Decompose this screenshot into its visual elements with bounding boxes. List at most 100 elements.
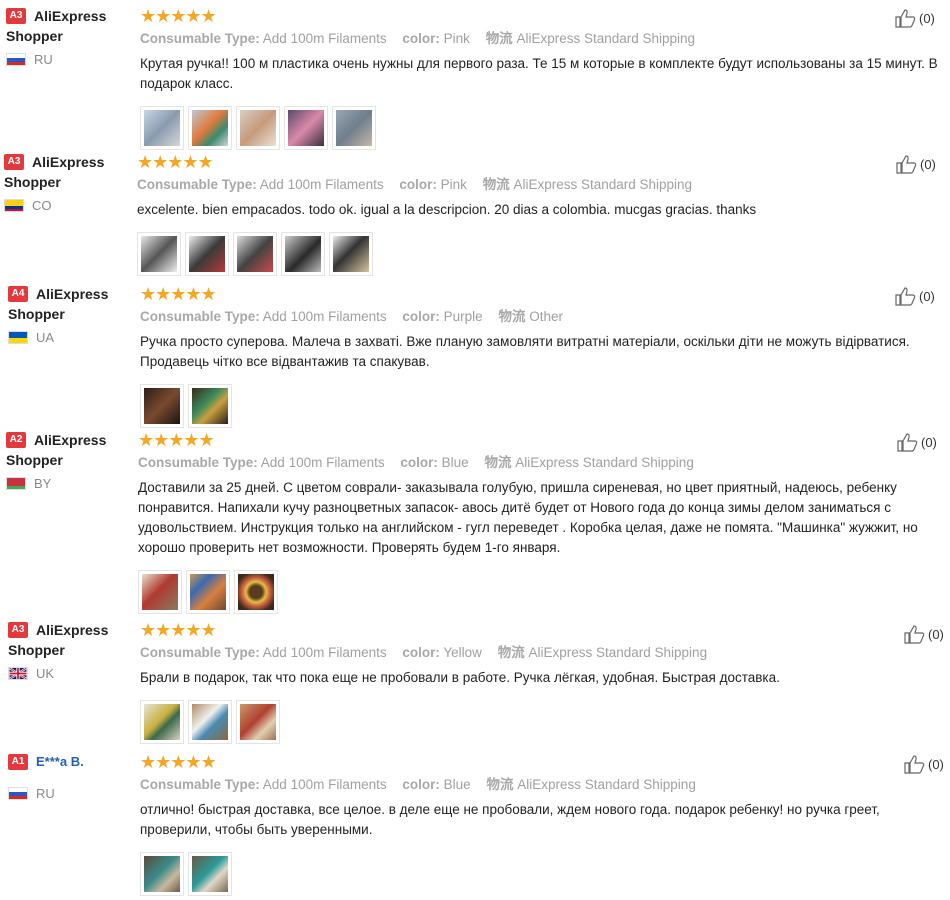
order-attributes: Consumable Type: Add 100m Filaments colo…: [140, 644, 945, 662]
review-photo[interactable]: [233, 232, 277, 276]
helpful-vote[interactable]: (0): [904, 624, 944, 644]
consumable-type-value: Add 100m Filaments: [259, 177, 384, 192]
review-photos: [140, 384, 945, 428]
reviewer-name[interactable]: E***a B.: [36, 752, 84, 772]
reviewer-name: AliExpress: [32, 154, 105, 170]
review-photo[interactable]: [284, 106, 328, 150]
review-photo[interactable]: [234, 570, 278, 614]
reviewer-country: UA: [8, 330, 133, 345]
thumbs-up-icon: [895, 287, 916, 306]
reviewer-name-line2: Shopper: [4, 174, 61, 190]
helpful-count: (0): [921, 434, 937, 450]
rating-stars: ★★★★★: [137, 152, 214, 172]
reviewer-country: CO: [4, 198, 129, 213]
buyer-level-badge: A3: [4, 154, 24, 170]
review-text: Ручка просто суперова. Малеча в захваті.…: [140, 334, 910, 369]
review-photos: [138, 570, 943, 614]
consumable-type-value: Add 100m Filaments: [260, 455, 385, 470]
review-photos: [137, 232, 942, 276]
helpful-count: (0): [928, 626, 944, 642]
color-label: color:: [402, 645, 440, 660]
reviewer-info: A3 AliExpress Shopper UK: [8, 620, 133, 681]
order-attributes: Consumable Type: Add 100m Filaments colo…: [138, 454, 943, 472]
consumable-type-label: Consumable Type:: [137, 177, 257, 192]
reviewer-info: A4 AliExpress Shopper UA: [8, 284, 133, 345]
review-photo[interactable]: [236, 106, 280, 150]
reviewer-country: RU: [8, 786, 133, 801]
shipping-label: 物流: [482, 177, 510, 192]
review-photo[interactable]: [140, 106, 184, 150]
rating-stars: ★★★★★: [138, 430, 215, 450]
thumbs-up-icon: [896, 155, 917, 174]
review-photo[interactable]: [140, 852, 184, 896]
review-photo[interactable]: [140, 384, 184, 428]
helpful-vote[interactable]: (0): [895, 8, 935, 28]
color-label: color:: [402, 31, 440, 46]
review-body: ★★★★★ Consumable Type: Add 100m Filament…: [140, 752, 945, 896]
shipping-value: AliExpress Standard Shipping: [516, 31, 696, 46]
review-photo[interactable]: [332, 106, 376, 150]
review-photo[interactable]: [281, 232, 325, 276]
flag-icon: [6, 53, 26, 66]
review-body: ★★★★★ Consumable Type: Add 100m Filament…: [140, 6, 945, 150]
color-value: Blue: [441, 455, 469, 470]
color-label: color:: [399, 177, 437, 192]
consumable-type-label: Consumable Type:: [140, 31, 260, 46]
review-photos: [140, 106, 945, 150]
buyer-level-badge: A1: [8, 754, 28, 770]
country-code: RU: [34, 52, 53, 67]
shipping-value: AliExpress Standard Shipping: [513, 177, 693, 192]
country-code: UK: [36, 666, 55, 681]
review-photo[interactable]: [137, 232, 181, 276]
thumbs-up-icon: [904, 625, 925, 644]
consumable-type-label: Consumable Type:: [140, 309, 260, 324]
review-photo[interactable]: [188, 852, 232, 896]
shipping-value: AliExpress Standard Shipping: [515, 455, 694, 470]
rating-stars: ★★★★★: [140, 752, 217, 772]
buyer-level-badge: A3: [8, 622, 28, 638]
country-code: BY: [34, 476, 52, 491]
color-value: Pink: [443, 31, 470, 46]
reviewer-name-line2: Shopper: [6, 28, 63, 44]
review-photo[interactable]: [236, 700, 280, 744]
color-label: color:: [402, 777, 440, 792]
order-attributes: Consumable Type: Add 100m Filaments colo…: [140, 30, 945, 48]
review-photo[interactable]: [140, 700, 184, 744]
review-photos: [140, 852, 945, 896]
flag-icon: [8, 787, 28, 800]
buyer-level-badge: A3: [6, 8, 26, 24]
helpful-count: (0): [919, 10, 935, 26]
shipping-label: 物流: [484, 455, 512, 470]
shipping-value: Other: [529, 309, 563, 324]
buyer-level-badge: A2: [6, 432, 26, 448]
reviewer-name-line2: Shopper: [6, 452, 63, 468]
reviewer-name: AliExpress: [34, 8, 107, 24]
reviewer-info: A3 AliExpress Shopper CO: [4, 152, 129, 213]
helpful-vote[interactable]: (0): [896, 154, 936, 174]
review-photo[interactable]: [185, 232, 229, 276]
review-text: excelente. bien empacados. todo ok. igua…: [137, 202, 757, 217]
flag-icon: [4, 199, 24, 212]
review-text: Крутая ручка!! 100 м пластика очень нужн…: [140, 56, 938, 91]
review-photo[interactable]: [329, 232, 373, 276]
review-photo[interactable]: [188, 384, 232, 428]
order-attributes: Consumable Type: Add 100m Filaments colo…: [137, 176, 942, 194]
reviewer-name: AliExpress: [34, 432, 107, 448]
review-photo[interactable]: [188, 700, 232, 744]
helpful-count: (0): [919, 288, 935, 304]
thumbs-up-icon: [897, 433, 918, 452]
review-text: отлично! быстрая доставка, все целое. в …: [140, 802, 880, 837]
helpful-vote[interactable]: (0): [904, 754, 944, 774]
review-photo[interactable]: [188, 106, 232, 150]
consumable-type-value: Add 100m Filaments: [262, 645, 387, 660]
helpful-count: (0): [920, 156, 936, 172]
helpful-count: (0): [928, 756, 944, 772]
rating-stars: ★★★★★: [140, 284, 217, 304]
flag-icon: [6, 477, 26, 490]
helpful-vote[interactable]: (0): [897, 432, 937, 452]
review-photo[interactable]: [138, 570, 182, 614]
review-photo[interactable]: [186, 570, 230, 614]
reviewer-info: A2 AliExpress Shopper BY: [6, 430, 131, 491]
order-attributes: Consumable Type: Add 100m Filaments colo…: [140, 308, 945, 326]
helpful-vote[interactable]: (0): [895, 286, 935, 306]
